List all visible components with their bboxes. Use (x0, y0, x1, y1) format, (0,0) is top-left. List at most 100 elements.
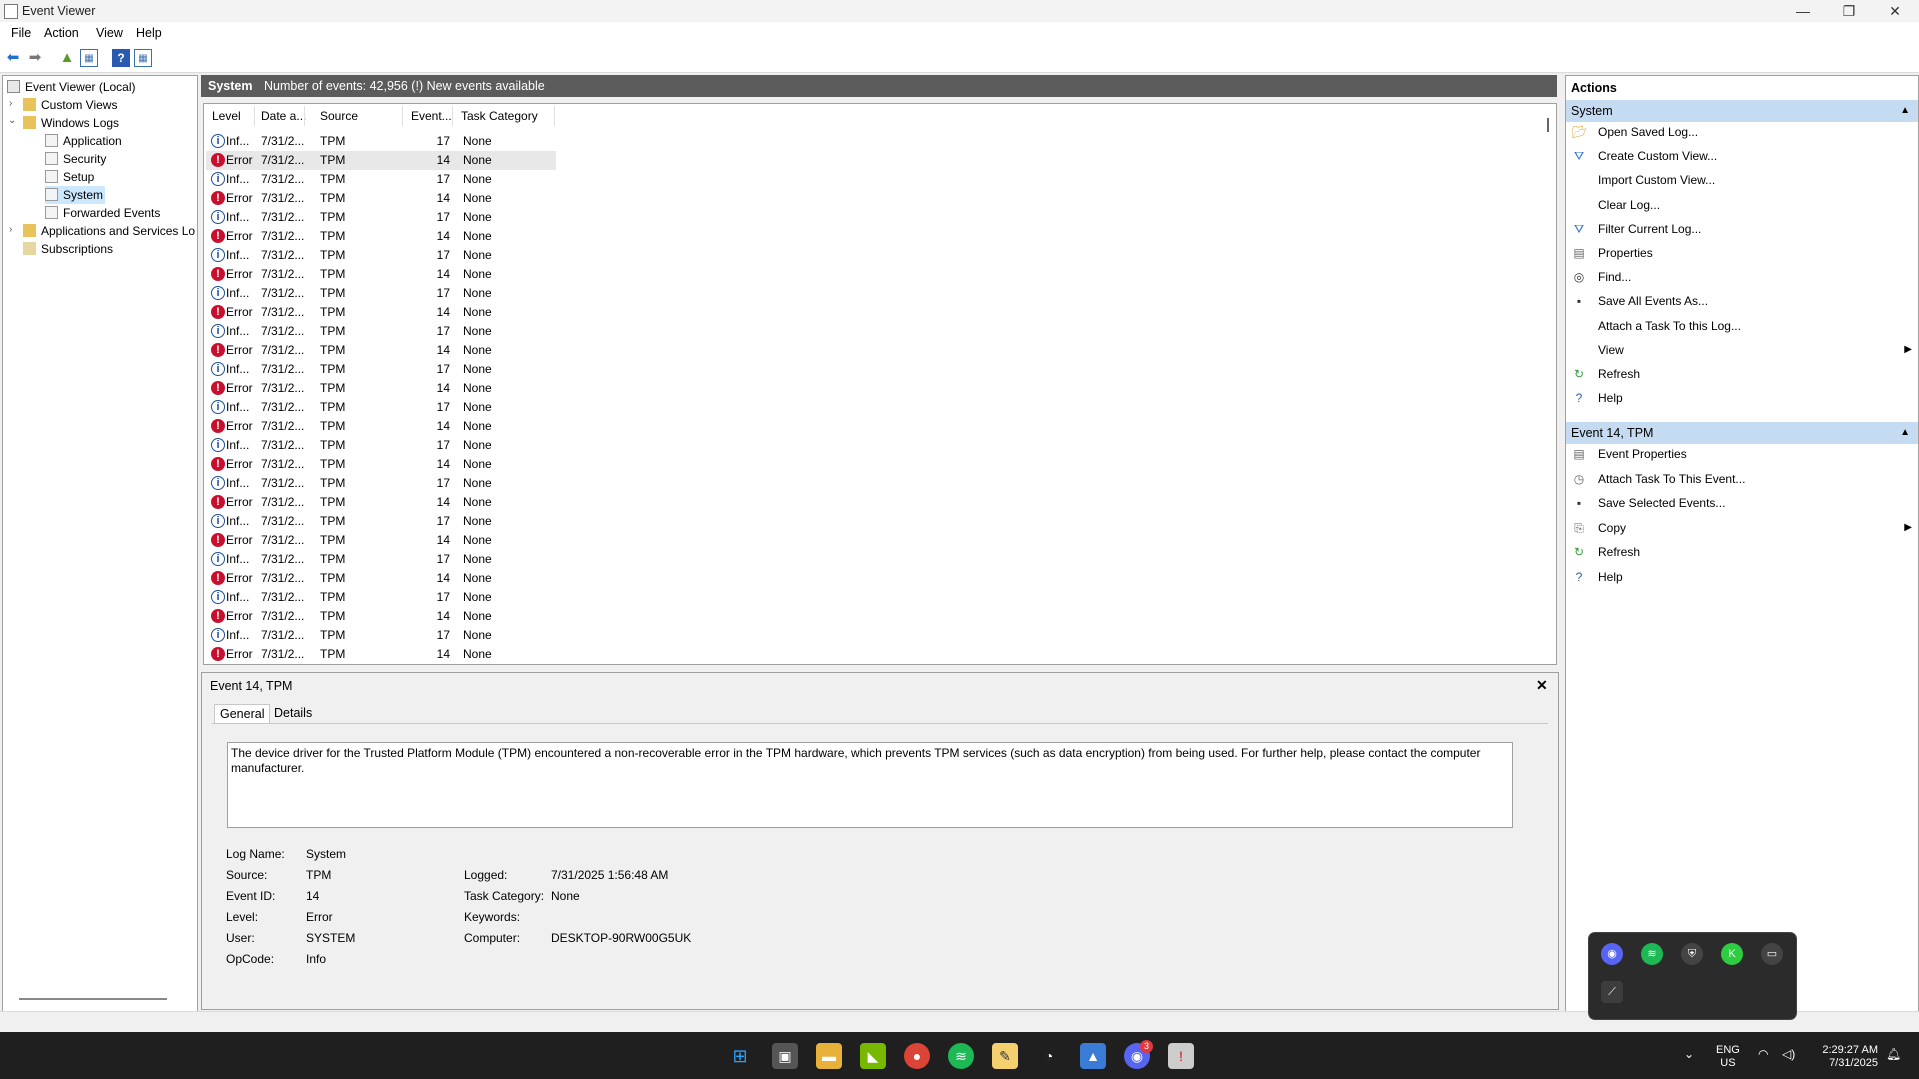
menu-file[interactable]: File (11, 26, 31, 40)
table-row[interactable]: ! Error 7/31/2... TPM 14 None (206, 645, 556, 664)
tab-general[interactable]: General (214, 704, 271, 723)
table-row[interactable]: i Inf... 7/31/2... TPM 17 None (206, 626, 556, 645)
chevron-right-icon[interactable]: › (9, 98, 12, 109)
tree-log-setup[interactable]: Setup (45, 168, 94, 186)
menu-action[interactable]: Action (44, 26, 79, 40)
action-clear-log[interactable]: Clear Log... (1566, 195, 1918, 215)
tree-log-application[interactable]: Application (45, 132, 122, 150)
table-row[interactable]: i Inf... 7/31/2... TPM 17 None (206, 284, 556, 303)
show-hidden-icons-chevron-icon[interactable]: ⌄ (1684, 1048, 1694, 1061)
action-refresh-event[interactable]: ↻ Refresh (1566, 542, 1918, 562)
table-row[interactable]: i Inf... 7/31/2... TPM 17 None (206, 208, 556, 227)
table-row[interactable]: i Inf... 7/31/2... TPM 17 None (206, 322, 556, 341)
show-hide-action-pane-icon[interactable]: ▦ (134, 49, 152, 67)
table-row[interactable]: i Inf... 7/31/2... TPM 17 None (206, 512, 556, 531)
spotify-icon[interactable]: ≋ (948, 1043, 974, 1069)
minimize-button[interactable]: — (1780, 0, 1826, 22)
vertical-scrollbar[interactable] (1547, 118, 1549, 132)
forward-arrow-icon[interactable]: ➡ (26, 49, 44, 67)
tree-log-system[interactable]: System (45, 186, 106, 204)
up-folder-icon[interactable]: ▲ (58, 49, 76, 67)
event-viewer-taskbar-icon[interactable]: ! (1168, 1043, 1194, 1069)
photos-icon[interactable]: ▲ (1080, 1043, 1106, 1069)
actions-section-event[interactable]: Event 14, TPM ▲ (1566, 422, 1918, 444)
tree-subscriptions[interactable]: Subscriptions (23, 240, 113, 258)
spotify-tray-icon[interactable]: ≋ (1641, 943, 1663, 965)
chevron-down-icon[interactable]: ⌄ (8, 115, 16, 126)
notepad-icon[interactable]: ✎ (992, 1043, 1018, 1069)
table-row[interactable]: ! Error 7/31/2... TPM 14 None (206, 379, 556, 398)
action-view[interactable]: View ▶ (1566, 340, 1918, 360)
table-row[interactable]: ! Error 7/31/2... TPM 14 None (206, 607, 556, 626)
volume-icon[interactable]: ◁) (1782, 1048, 1795, 1061)
table-row[interactable]: ! Error 7/31/2... TPM 14 None (206, 417, 556, 436)
action-open-saved-log[interactable]: 📂︎ Open Saved Log... (1566, 122, 1918, 142)
action-refresh[interactable]: ↻ Refresh (1566, 364, 1918, 384)
nvidia-icon[interactable]: ◣ (860, 1043, 886, 1069)
tree-applications-services[interactable]: Applications and Services Lo (23, 222, 195, 240)
chevron-right-icon[interactable]: › (9, 224, 12, 235)
actions-section-system[interactable]: System ▲ (1566, 100, 1918, 122)
file-explorer-icon[interactable]: ▬ (816, 1043, 842, 1069)
menu-help[interactable]: Help (136, 26, 162, 40)
notifications-bell-icon[interactable]: 🔔︎ (1886, 1048, 1901, 1061)
game-tray-icon[interactable]: ▭ (1761, 943, 1783, 965)
column-task-category[interactable]: Task Category (461, 109, 538, 123)
table-row[interactable]: i Inf... 7/31/2... TPM 17 None (206, 170, 556, 189)
table-row[interactable]: ! Error 7/31/2... TPM 14 None (206, 227, 556, 246)
action-import-custom-view[interactable]: Import Custom View... (1566, 170, 1918, 190)
action-save-all-events[interactable]: ▪ Save All Events As... (1566, 291, 1918, 311)
close-window-button[interactable]: ✕ (1872, 0, 1918, 22)
back-arrow-icon[interactable]: ⬅ (4, 49, 22, 67)
start-windows-icon[interactable]: ⊞ (727, 1043, 753, 1069)
action-filter-current-log[interactable]: ⛛ Filter Current Log... (1566, 219, 1918, 239)
k-app-tray-icon[interactable]: K (1721, 943, 1743, 965)
tree-root[interactable]: Event Viewer (Local) (7, 78, 136, 96)
table-row[interactable]: ! Error 7/31/2... TPM 14 None (206, 151, 556, 170)
action-help[interactable]: ? Help (1566, 388, 1918, 408)
action-event-properties[interactable]: ▤ Event Properties (1566, 444, 1918, 464)
table-row[interactable]: ! Error 7/31/2... TPM 14 None (206, 531, 556, 550)
table-row[interactable]: ! Error 7/31/2... TPM 14 None (206, 189, 556, 208)
clock[interactable]: 2:29:27 AM 7/31/2025 (1814, 1044, 1878, 1070)
column-source[interactable]: Source (320, 109, 358, 123)
tree-windows-logs[interactable]: Windows Logs (23, 114, 119, 132)
table-row[interactable]: i Inf... 7/31/2... TPM 17 None (206, 474, 556, 493)
show-hide-tree-icon[interactable]: ▦ (80, 49, 98, 67)
tree-log-security[interactable]: Security (45, 150, 106, 168)
action-save-selected-events[interactable]: ▪ Save Selected Events... (1566, 493, 1918, 513)
language-indicator[interactable]: ENG US (1716, 1044, 1740, 1070)
action-copy[interactable]: ⎘ Copy ▶ (1566, 518, 1918, 538)
table-row[interactable]: ! Error 7/31/2... TPM 14 None (206, 569, 556, 588)
table-row[interactable]: i Inf... 7/31/2... TPM 17 None (206, 550, 556, 569)
table-row[interactable]: i Inf... 7/31/2... TPM 17 None (206, 588, 556, 607)
tree-log-forwarded-events[interactable]: Forwarded Events (45, 204, 160, 222)
chrome-icon[interactable]: ● (904, 1043, 930, 1069)
table-row[interactable]: ! Error 7/31/2... TPM 14 None (206, 341, 556, 360)
close-icon[interactable]: ✕ (1536, 677, 1548, 694)
table-row[interactable]: ! Error 7/31/2... TPM 14 None (206, 265, 556, 284)
collapse-caret-icon[interactable]: ▲ (1900, 100, 1910, 122)
tree-horizontal-scrollbar[interactable] (19, 998, 167, 1000)
maximize-button[interactable]: ❐ (1826, 0, 1872, 22)
speedometer-icon[interactable]: ◔ (1036, 1043, 1062, 1069)
shield-tray-icon[interactable]: ⛨ (1681, 943, 1703, 965)
feather-tray-icon[interactable]: ⟋ (1601, 981, 1623, 1003)
collapse-caret-icon[interactable]: ▲ (1900, 422, 1910, 444)
table-row[interactable]: ! Error 7/31/2... TPM 14 None (206, 303, 556, 322)
action-attach-task-to-log[interactable]: Attach a Task To this Log... (1566, 316, 1918, 336)
action-attach-task-to-event[interactable]: ◷ Attach Task To This Event... (1566, 469, 1918, 489)
table-row[interactable]: ! Error 7/31/2... TPM 14 None (206, 493, 556, 512)
action-properties[interactable]: ▤ Properties (1566, 243, 1918, 263)
table-row[interactable]: i Inf... 7/31/2... TPM 17 None (206, 398, 556, 417)
table-row[interactable]: i Inf... 7/31/2... TPM 17 None (206, 246, 556, 265)
discord-tray-icon[interactable]: ◉ (1601, 943, 1623, 965)
tab-details[interactable]: Details (269, 704, 317, 722)
table-row[interactable]: i Inf... 7/31/2... TPM 17 None (206, 436, 556, 455)
column-level[interactable]: Level (212, 109, 241, 123)
menu-view[interactable]: View (96, 26, 123, 40)
column-event-id[interactable]: Event... (411, 109, 452, 123)
column-date[interactable]: Date a... (261, 109, 306, 123)
wifi-icon[interactable]: ◠ (1758, 1048, 1768, 1061)
table-row[interactable]: i Inf... 7/31/2... TPM 17 None (206, 360, 556, 379)
